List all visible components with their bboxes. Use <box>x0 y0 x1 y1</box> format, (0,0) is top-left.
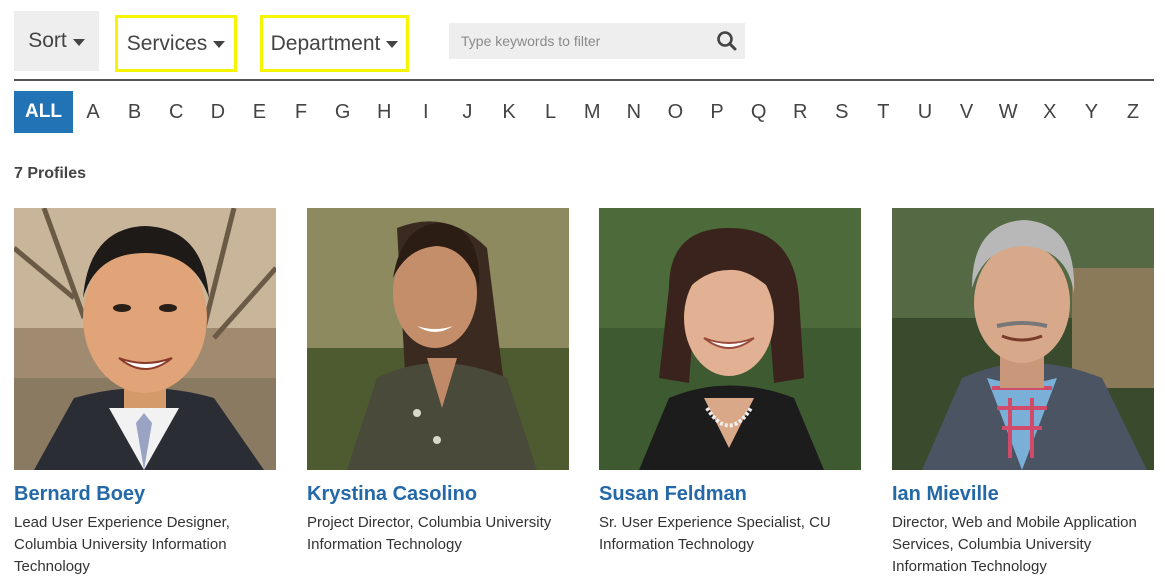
caret-down-icon <box>386 41 399 48</box>
profile-title: Project Director, Columbia University In… <box>307 514 552 553</box>
alpha-letter-j[interactable]: J <box>452 91 482 133</box>
profile-title: Sr. User Experience Specialist, CU Infor… <box>599 514 831 553</box>
alpha-letter-w[interactable]: W <box>993 91 1023 133</box>
alpha-letter-h[interactable]: H <box>369 91 399 133</box>
department-label: Department <box>270 31 381 55</box>
alpha-all-button[interactable]: ALL <box>14 91 73 133</box>
profile-card: Bernard Boey Lead User Experience Design… <box>14 208 276 578</box>
search-input[interactable] <box>449 23 699 59</box>
search-icon[interactable] <box>715 29 739 53</box>
caret-down-icon <box>213 41 226 48</box>
alpha-letter-i[interactable]: I <box>411 91 441 133</box>
profile-name-link[interactable]: Krystina Casolino <box>307 483 569 506</box>
profile-card: Ian Mieville Director, Web and Mobile Ap… <box>892 208 1154 578</box>
alpha-letter-q[interactable]: Q <box>744 91 774 133</box>
profile-name-link[interactable]: Bernard Boey <box>14 483 276 506</box>
alpha-letter-g[interactable]: G <box>328 91 358 133</box>
search-box <box>449 23 745 59</box>
alpha-letter-f[interactable]: F <box>286 91 316 133</box>
alpha-letter-b[interactable]: B <box>120 91 150 133</box>
caret-down-icon <box>72 38 85 46</box>
services-dropdown[interactable]: Services <box>115 15 237 72</box>
alphabet-filter: ALL ABCDEFGHIJKLMNOPQRSTUVWXYZ <box>14 91 1154 133</box>
alpha-letter-t[interactable]: T <box>868 91 898 133</box>
alpha-letter-d[interactable]: D <box>203 91 233 133</box>
alpha-letter-u[interactable]: U <box>910 91 940 133</box>
sort-label: Sort <box>28 29 67 52</box>
profile-card: Susan Feldman Sr. User Experience Specia… <box>599 208 861 556</box>
profile-photo[interactable] <box>599 208 861 470</box>
alpha-letter-r[interactable]: R <box>785 91 815 133</box>
alpha-letter-k[interactable]: K <box>494 91 524 133</box>
alpha-letter-m[interactable]: M <box>577 91 607 133</box>
services-label: Services <box>126 31 208 55</box>
alpha-letter-o[interactable]: O <box>660 91 690 133</box>
profile-photo[interactable] <box>307 208 569 470</box>
alpha-letter-y[interactable]: Y <box>1076 91 1106 133</box>
alpha-letter-c[interactable]: C <box>161 91 191 133</box>
profile-name-link[interactable]: Susan Feldman <box>599 483 861 506</box>
profile-title: Lead User Experience Designer, Columbia … <box>14 514 230 575</box>
filter-toolbar: Sort Services Department <box>14 11 1154 72</box>
alpha-letter-v[interactable]: V <box>952 91 982 133</box>
profile-photo[interactable] <box>14 208 276 470</box>
profile-card: Krystina Casolino Project Director, Colu… <box>307 208 569 556</box>
alpha-letter-p[interactable]: P <box>702 91 732 133</box>
profile-count: 7 Profiles <box>14 165 87 182</box>
divider <box>14 79 1154 81</box>
department-dropdown[interactable]: Department <box>260 15 409 72</box>
alpha-letter-x[interactable]: X <box>1035 91 1065 133</box>
alpha-letter-l[interactable]: L <box>536 91 566 133</box>
alpha-letter-a[interactable]: A <box>78 91 108 133</box>
alpha-letter-n[interactable]: N <box>619 91 649 133</box>
profile-photo[interactable] <box>892 208 1154 470</box>
sort-dropdown[interactable]: Sort <box>14 11 99 71</box>
alpha-letter-e[interactable]: E <box>244 91 274 133</box>
alpha-letter-z[interactable]: Z <box>1118 91 1148 133</box>
profile-name-link[interactable]: Ian Mieville <box>892 483 1154 506</box>
alpha-letter-s[interactable]: S <box>827 91 857 133</box>
profile-title: Director, Web and Mobile Application Ser… <box>892 514 1137 575</box>
